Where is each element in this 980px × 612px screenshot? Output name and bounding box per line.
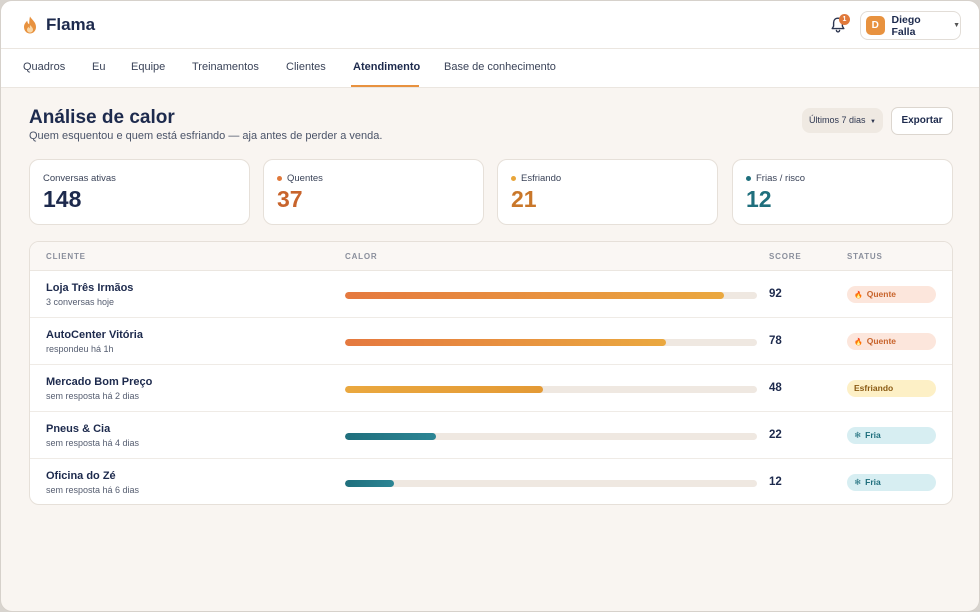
heat-bar-fill: [345, 386, 543, 393]
stat-label-wrap: Esfriando: [511, 173, 561, 184]
stat-card-active: Conversas ativas 148: [29, 159, 250, 225]
score-value: 48: [769, 382, 782, 394]
table-row[interactable]: AutoCenter Vitória respondeu há 1h 78 🔥 Quen…: [30, 318, 952, 365]
status-badge: Esfriando: [847, 380, 936, 397]
tab-eu[interactable]: Eu: [92, 61, 105, 73]
heat-table: CLIENTE CALOR SCORE STATUS Loja Três Irm…: [29, 241, 953, 505]
status-badge: 🔥 Quente: [847, 333, 936, 350]
brand[interactable]: Flama: [23, 15, 95, 35]
page-subtitle: Quem esquentou e quem está esfriando — a…: [29, 130, 383, 142]
score-value: 78: [769, 335, 782, 347]
stat-value: 37: [277, 186, 303, 212]
stat-label: Quentes: [287, 173, 323, 184]
export-button[interactable]: Exportar: [891, 107, 953, 135]
status-label: Esfriando: [854, 383, 894, 393]
snowflake-icon: ❄: [854, 430, 862, 440]
client-name[interactable]: Oficina do Zé: [46, 470, 116, 482]
stat-card-cold: Frias / risco 12: [732, 159, 953, 225]
heat-bar-fill: [345, 339, 667, 346]
client-activity: sem resposta há 4 dias: [46, 438, 140, 448]
stat-label: Esfriando: [521, 173, 562, 184]
flame-icon: 🔥: [854, 339, 863, 346]
top-bar: Flama 1 D Diego Falla ▼: [1, 1, 979, 49]
date-range-label: Últimos 7 dias: [809, 115, 866, 125]
flame-icon: 🔥: [854, 292, 863, 299]
status-label: Fria: [865, 430, 881, 440]
user-menu[interactable]: D Diego Falla ▼: [860, 11, 961, 40]
table-row[interactable]: Mercado Bom Preço sem resposta há 2 dias 4…: [30, 365, 952, 412]
stat-label-wrap: Quentes: [277, 173, 323, 184]
status-badge: ❄ Fria: [847, 427, 936, 444]
status-dot: [277, 176, 282, 181]
tab-equipe[interactable]: Equipe: [131, 61, 165, 73]
flame-logo-icon: [24, 16, 36, 34]
client-name[interactable]: Mercado Bom Preço: [46, 376, 152, 388]
client-activity: sem resposta há 2 dias: [46, 391, 140, 401]
page-title: Análise de calor: [29, 107, 175, 128]
snowflake-icon: ❄: [854, 477, 862, 487]
stat-label-wrap: Conversas ativas: [43, 173, 116, 184]
column-header-cliente[interactable]: CLIENTE: [46, 252, 86, 261]
stat-label: Conversas ativas: [43, 173, 116, 184]
tab-base-de-conhecimento[interactable]: Base de conhecimento: [444, 61, 556, 73]
tab-clientes[interactable]: Clientes: [286, 61, 326, 73]
status-badge: 🔥 Quente: [847, 286, 936, 303]
heat-bar: [345, 480, 757, 487]
column-header-status[interactable]: STATUS: [847, 252, 883, 261]
table-row[interactable]: Pneus & Cia sem resposta há 4 dias 22 ❄ Fria: [30, 412, 952, 459]
client-activity: sem resposta há 6 dias: [46, 485, 140, 495]
client-activity: 3 conversas hoje: [46, 297, 115, 307]
main-nav: Quadros Eu Equipe Treinamentos Clientes …: [1, 49, 979, 88]
status-label: Quente: [866, 289, 896, 299]
chevron-down-icon: ▼: [870, 119, 876, 125]
app-window: Flama 1 D Diego Falla ▼ Quadros Eu Equip…: [0, 0, 980, 612]
heat-bar-fill: [345, 292, 725, 299]
stat-card-cooling: Esfriando 21: [497, 159, 718, 225]
stat-value: 12: [746, 186, 772, 212]
client-name[interactable]: Pneus & Cia: [46, 423, 110, 435]
stat-label-wrap: Frias / risco: [746, 173, 805, 184]
status-label: Quente: [866, 336, 896, 346]
app-name: Flama: [46, 15, 96, 34]
heat-bar-fill: [345, 480, 395, 487]
score-value: 12: [769, 476, 782, 488]
heat-bar-fill: [345, 433, 436, 440]
chevron-down-icon: ▼: [953, 22, 960, 29]
heat-bar: [345, 292, 757, 299]
table-row[interactable]: Loja Três Irmãos 3 conversas hoje 92 🔥 Quent…: [30, 271, 952, 318]
heat-bar: [345, 433, 757, 440]
avatar: D: [866, 16, 885, 35]
stat-value: 21: [511, 186, 537, 212]
stat-label: Frias / risco: [756, 173, 806, 184]
table-row[interactable]: Oficina do Zé sem resposta há 6 dias 12 ❄ Fr…: [30, 459, 952, 504]
tab-atendimento[interactable]: Atendimento: [353, 61, 420, 73]
heat-bar: [345, 386, 757, 393]
user-name: Diego Falla: [891, 13, 921, 38]
heat-bar: [345, 339, 757, 346]
status-label: Fria: [865, 477, 881, 487]
tab-treinamentos[interactable]: Treinamentos: [192, 61, 259, 73]
table-header: CLIENTE CALOR SCORE STATUS: [30, 242, 952, 271]
notification-badge: 1: [839, 14, 850, 25]
client-name[interactable]: Loja Três Irmãos: [46, 282, 133, 294]
date-range-dropdown[interactable]: Últimos 7 dias ▼: [802, 108, 883, 133]
column-header-score[interactable]: SCORE: [769, 252, 801, 261]
column-header-calor[interactable]: CALOR: [345, 252, 377, 261]
score-value: 92: [769, 288, 782, 300]
stat-card-hot: Quentes 37: [263, 159, 484, 225]
tab-quadros[interactable]: Quadros: [23, 61, 65, 73]
status-dot: [746, 176, 751, 181]
status-dot: [511, 176, 516, 181]
status-badge: ❄ Fria: [847, 474, 936, 491]
client-activity: respondeu há 1h: [46, 344, 114, 354]
client-name[interactable]: AutoCenter Vitória: [46, 329, 143, 341]
score-value: 22: [769, 429, 782, 441]
active-tab-indicator: [351, 85, 419, 87]
stat-value: 148: [43, 186, 82, 212]
